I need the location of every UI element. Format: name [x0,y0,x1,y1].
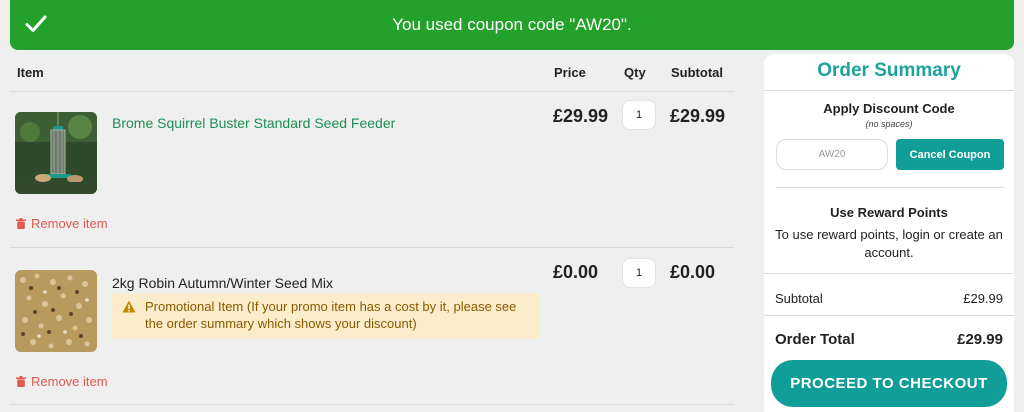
quantity-input[interactable]: 1 [622,100,656,130]
cancel-coupon-button[interactable]: Cancel Coupon [896,139,1004,170]
item-subtotal: £29.99 [670,106,726,126]
cart-table: Item Price Qty Subtotal Brome Squirrel B… [10,54,734,405]
product-link[interactable]: Brome Squirrel Buster Standard Seed Feed… [112,115,395,131]
remove-item-label: Remove item [31,374,108,389]
trash-icon [16,218,26,229]
promo-item-notice: Promotional Item (If your promo item has… [112,293,539,339]
item-subtotal: £0.00 [670,262,716,282]
remove-item-button[interactable]: Remove item [16,374,108,389]
quantity-input[interactable]: 1 [622,258,656,288]
cart-row: Brome Squirrel Buster Standard Seed Feed… [10,92,734,248]
header-qty: Qty [624,65,646,80]
divider [776,187,1004,188]
header-price: Price [554,65,586,80]
check-icon [25,15,47,32]
order-total-row: Order Total £29.99 [775,331,1003,348]
subtotal-row: Subtotal £29.99 [775,291,1003,306]
cart-header: Item Price Qty Subtotal [10,54,734,92]
remove-item-button[interactable]: Remove item [16,216,108,231]
seed-feeder-image [15,112,97,194]
coupon-success-banner: You used coupon code "AW20". [10,0,1014,50]
cart-row: 2kg Robin Autumn/Winter Seed Mix Promoti… [10,248,734,405]
divider [764,273,1014,274]
product-name[interactable]: 2kg Robin Autumn/Winter Seed Mix [112,275,333,291]
discount-subtitle: (no spaces) [865,119,913,129]
order-total-value: £29.99 [957,331,1003,348]
trash-icon [16,376,26,387]
subtotal-value: £29.99 [963,291,1003,306]
product-image[interactable] [15,270,97,352]
header-item: Item [17,65,44,80]
reward-points-text: To use reward points, login or create an… [775,227,1003,260]
item-price: £0.00 [553,262,599,282]
discount-code-input[interactable] [776,139,888,170]
divider [764,315,1014,316]
reward-points-title: Use Reward Points [830,205,948,220]
order-total-label: Order Total [775,331,855,348]
proceed-to-checkout-button[interactable]: PROCEED TO CHECKOUT [771,360,1007,407]
subtotal-label: Subtotal [775,291,823,306]
warning-icon [122,300,136,313]
header-subtotal: Subtotal [671,65,723,80]
banner-message: You used coupon code "AW20". [392,15,632,34]
promo-note-text: Promotional Item (If your promo item has… [145,299,517,331]
product-image[interactable] [15,112,97,194]
divider [764,90,1014,91]
seed-mix-image [15,270,97,352]
order-summary-title: Order Summary [817,60,961,81]
remove-item-label: Remove item [31,216,108,231]
discount-title: Apply Discount Code [823,101,955,116]
item-price: £29.99 [553,106,609,126]
order-summary-panel: Order Summary Apply Discount Code (no sp… [764,54,1014,412]
